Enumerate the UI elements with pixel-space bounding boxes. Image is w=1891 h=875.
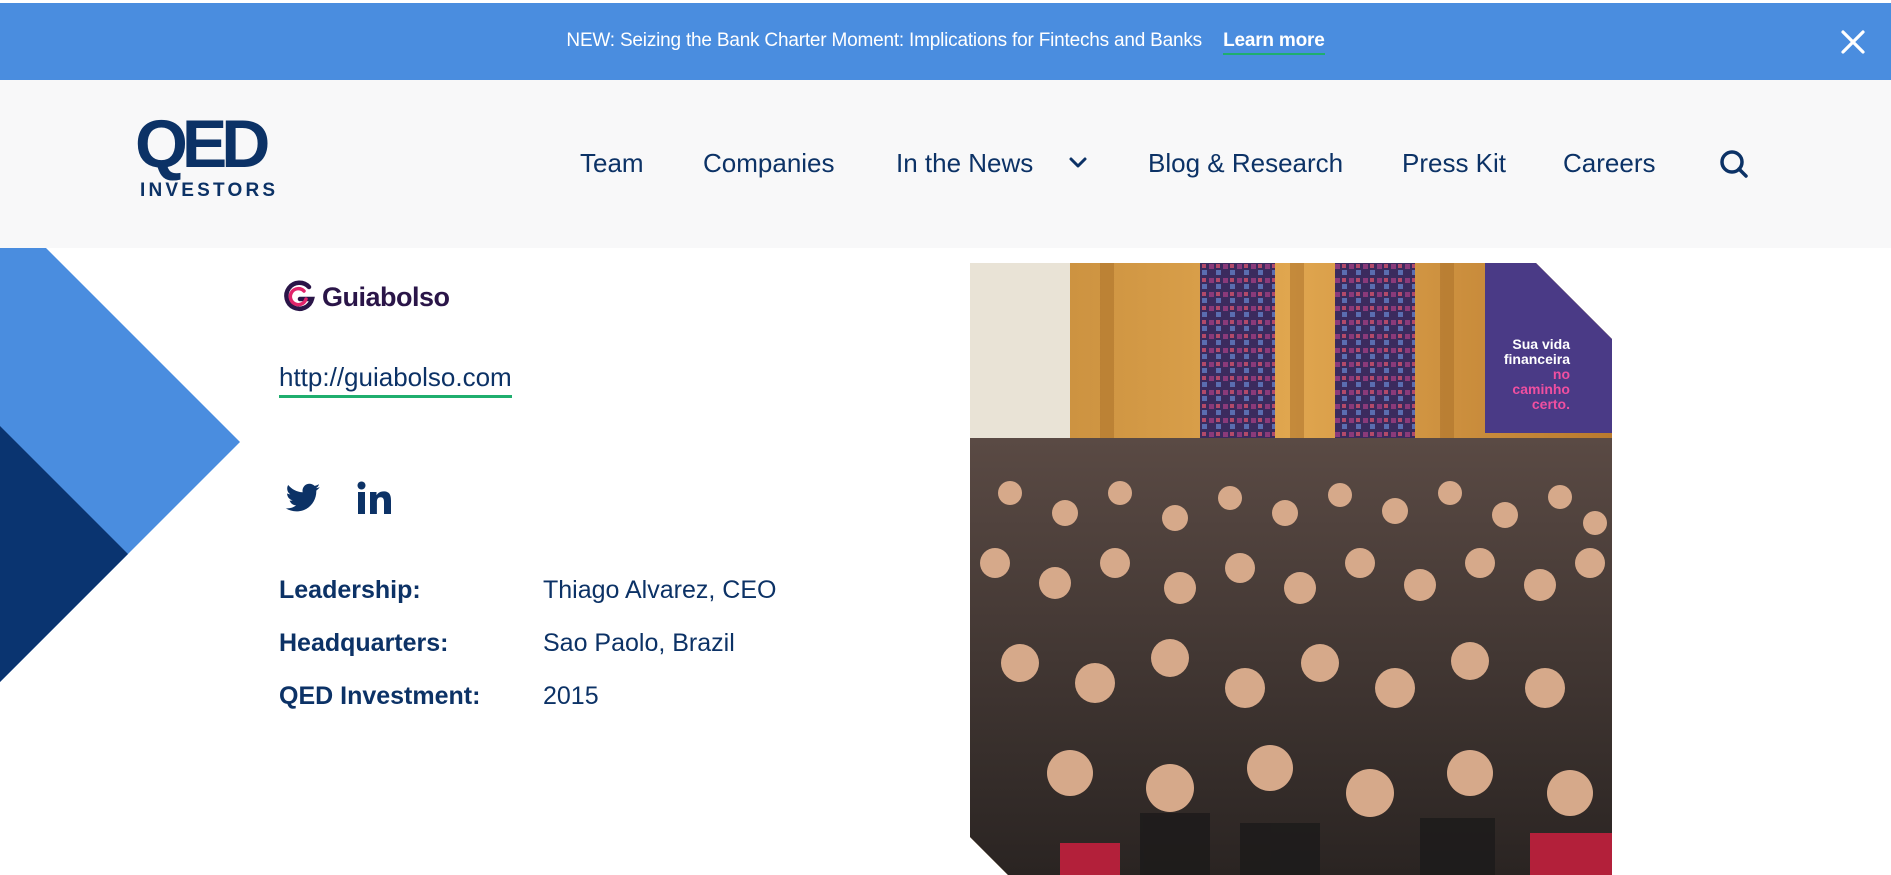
nav-companies[interactable]: Companies (703, 148, 835, 179)
guiabolso-logo-icon (284, 280, 315, 311)
photo-sign-line5: certo. (1532, 396, 1570, 412)
photo-sign-line1: Sua vida (1512, 336, 1570, 352)
twitter-icon[interactable] (282, 478, 324, 520)
company-logo: Guiabolso (276, 265, 450, 335)
site-header: QED INVESTORS Team Companies In the News… (0, 80, 1891, 248)
logo-subtitle: INVESTORS (140, 180, 279, 201)
banner-content: NEW: Seizing the Bank Charter Moment: Im… (0, 30, 1891, 55)
nav-careers[interactable]: Careers (1563, 148, 1655, 179)
banner-message: NEW: Seizing the Bank Charter Moment: Im… (566, 30, 1202, 51)
main-nav: Team Companies In the News Blog & Resear… (0, 148, 1891, 178)
nav-team[interactable]: Team (580, 148, 644, 179)
nav-blog-research[interactable]: Blog & Research (1148, 148, 1343, 179)
company-name: Guiabolso (322, 282, 450, 312)
linkedin-icon[interactable] (354, 478, 396, 520)
leadership-value: Thiago Alvarez, CEO (543, 576, 777, 604)
investment-label: QED Investment: (279, 682, 481, 710)
learn-more-link[interactable]: Learn more (1223, 30, 1325, 55)
investment-value: 2015 (543, 682, 599, 710)
company-website-link[interactable]: http://guiabolso.com (279, 362, 512, 398)
close-icon[interactable] (1839, 28, 1867, 56)
headquarters-label: Headquarters: (279, 629, 449, 657)
company-team-photo: Sua vida financeira no caminho certo. (970, 263, 1612, 875)
photo-sign-line2: financeira (1504, 351, 1570, 367)
search-icon[interactable] (1719, 148, 1749, 178)
announcement-banner: NEW: Seizing the Bank Charter Moment: Im… (0, 0, 1891, 80)
headquarters-value: Sao Paolo, Brazil (543, 629, 735, 657)
photo-sign-line3: no (1553, 366, 1570, 382)
team-photo-image: Sua vida financeira no caminho certo. (970, 263, 1612, 875)
nav-in-the-news[interactable]: In the News (896, 148, 1033, 179)
photo-sign-line4: caminho (1512, 381, 1570, 397)
leadership-label: Leadership: (279, 576, 421, 604)
chevron-down-icon[interactable] (1068, 156, 1088, 170)
nav-press-kit[interactable]: Press Kit (1402, 148, 1506, 179)
